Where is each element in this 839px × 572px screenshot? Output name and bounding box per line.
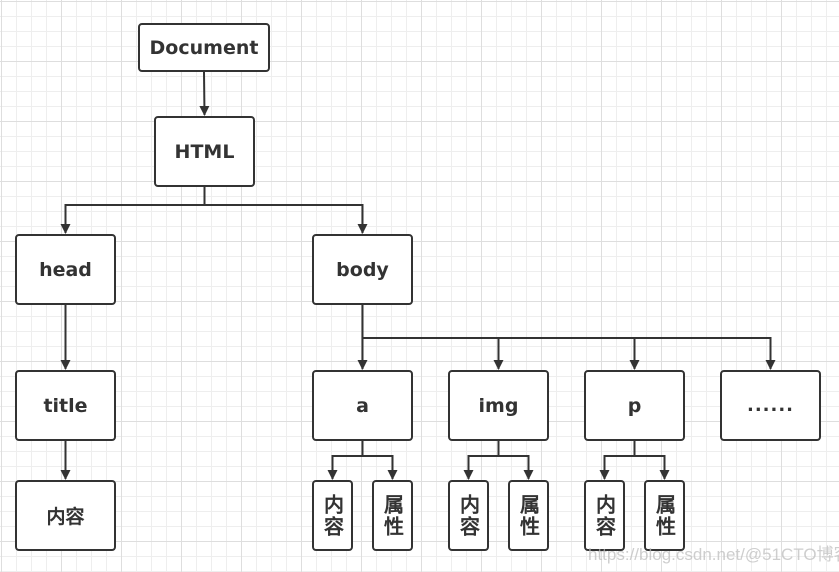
node-title[interactable]: title [15, 370, 116, 441]
edge-body-to-more [361, 305, 776, 370]
node-img[interactable]: img [448, 370, 549, 441]
edge-img-to-img_content [463, 441, 500, 480]
node-a-content[interactable]: 内容 [312, 480, 353, 551]
node-label: 属性 [652, 493, 677, 538]
node-label: head [39, 258, 92, 281]
node-label: 内容 [592, 493, 617, 538]
node-a[interactable]: a [312, 370, 413, 441]
node-label: title [43, 394, 88, 417]
node-label: a [356, 394, 369, 417]
node-label: img [478, 394, 519, 417]
node-label: p [627, 394, 642, 417]
node-label: 属性 [516, 493, 541, 538]
node-title-content[interactable]: 内容 [15, 480, 116, 551]
edge-document-to-html [199, 71, 210, 116]
node-head[interactable]: head [15, 234, 116, 305]
node-document[interactable]: Document [138, 23, 270, 72]
edge-html-to-body [203, 187, 368, 234]
node-label: body [336, 258, 389, 281]
node-a-attr[interactable]: 属性 [372, 480, 413, 551]
edge-html-to-head [60, 187, 206, 234]
edge-p-to-p_attr [633, 441, 670, 480]
edge-a-to-a_attr [361, 441, 398, 480]
node-label: Document [149, 36, 259, 59]
edge-img-to-img_attr [497, 441, 534, 480]
connector-layer [60, 71, 776, 480]
node-more[interactable]: ...... [720, 370, 821, 441]
edge-a-to-a_content [327, 441, 364, 480]
edge-p-to-p_content [599, 441, 636, 480]
node-label: HTML [174, 140, 235, 163]
node-label: 内容 [46, 506, 85, 528]
node-label: ...... [746, 395, 795, 416]
node-body[interactable]: body [312, 234, 413, 305]
node-img-attr[interactable]: 属性 [508, 480, 549, 551]
node-label: 属性 [380, 493, 405, 538]
node-label: 内容 [320, 493, 345, 538]
node-p[interactable]: p [584, 370, 685, 441]
node-img-content[interactable]: 内容 [448, 480, 489, 551]
node-html[interactable]: HTML [154, 116, 255, 187]
watermark: https://blog.csdn.net/@51CTO博客 [588, 545, 839, 564]
node-label: 内容 [456, 493, 481, 538]
